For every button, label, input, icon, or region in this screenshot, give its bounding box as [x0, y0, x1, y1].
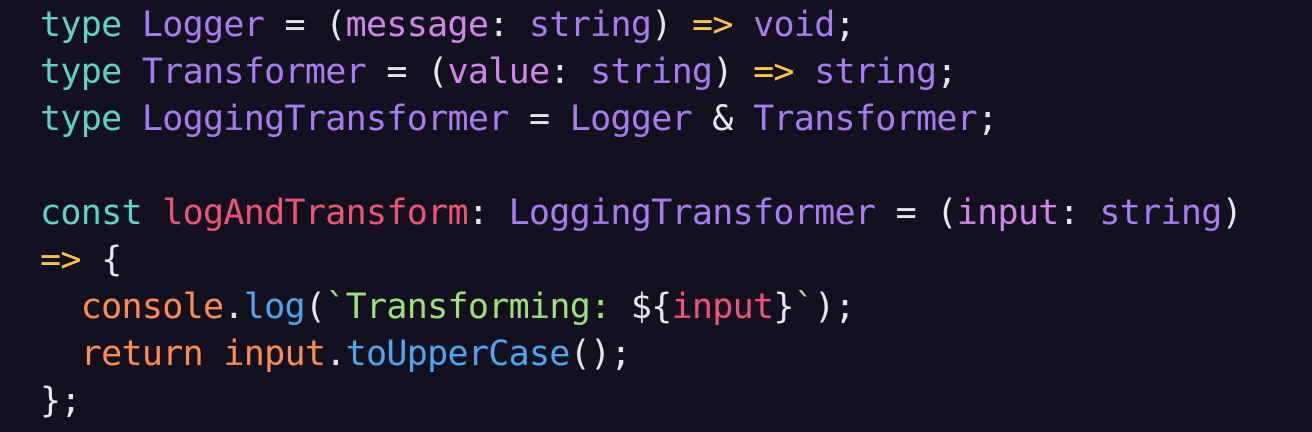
code-token-param: value	[447, 52, 550, 92]
code-editor[interactable]: type Logger = (message: string) => void;…	[0, 0, 1312, 432]
code-token-punctuation: = (	[875, 193, 958, 233]
code-token-param: message	[345, 5, 489, 45]
code-token-type: Logger	[141, 5, 265, 45]
code-token-keyword: type	[40, 99, 122, 139]
code-token-type: LoggingTransformer	[508, 193, 876, 233]
code-line: type Logger = (message: string) => void;	[40, 2, 1312, 49]
code-token-variable: input	[671, 287, 775, 327]
code-token-type: void	[753, 5, 835, 45]
code-token-type: string	[814, 52, 937, 92]
code-token-punctuation	[142, 193, 162, 233]
code-token-string: `	[793, 287, 815, 327]
code-token-type: string	[590, 52, 713, 92]
code-token-punctuation: ;	[834, 5, 856, 45]
code-token-punctuation	[40, 287, 81, 327]
code-token-keyword: type	[40, 52, 122, 92]
code-token-punctuation	[122, 52, 142, 92]
code-token-punctuation: &	[691, 99, 754, 139]
code-line: return input.toUpperCase();	[40, 331, 1312, 378]
code-token-punctuation	[203, 334, 223, 374]
code-token-param: input	[956, 193, 1060, 233]
code-line: console.log(`Transforming: ${input}`);	[40, 284, 1312, 331]
code-token-type: Logger	[569, 99, 693, 139]
code-token-keyword: type	[40, 5, 122, 45]
code-token-punctuation: :	[467, 193, 509, 233]
code-token-punctuation: :	[488, 5, 529, 45]
code-token-punctuation: :	[1058, 193, 1100, 233]
code-token-punctuation: )	[712, 52, 754, 92]
code-token-method: log	[243, 287, 306, 327]
code-token-arrow: =>	[753, 52, 794, 92]
code-token-arrow: =>	[40, 240, 81, 280]
code-token-punctuation: }	[773, 287, 794, 327]
code-line: type Transformer = (value: string) => st…	[40, 49, 1312, 96]
code-token-punctuation	[122, 99, 142, 139]
code-token-method: toUpperCase	[345, 334, 571, 374]
code-token-type: Transformer	[753, 99, 978, 139]
code-token-punctuation: = (	[365, 52, 448, 92]
code-token-punctuation: ${	[630, 287, 672, 327]
code-token-variable: logAndTransform	[162, 193, 468, 233]
code-token-punctuation	[733, 5, 753, 45]
code-line: };	[40, 378, 1312, 425]
code-line: => {	[40, 237, 1312, 284]
code-token-punctuation: :	[549, 52, 591, 92]
code-token-object: console	[80, 287, 224, 327]
code-token-type: string	[1099, 193, 1222, 233]
code-token-punctuation: = (	[264, 5, 346, 45]
code-token-punctuation: ();	[569, 334, 632, 374]
code-token-punctuation	[40, 334, 81, 374]
code-line: const logAndTransform: LoggingTransforme…	[40, 190, 1312, 237]
code-token-punctuation: (	[304, 287, 326, 327]
code-token-punctuation: =	[508, 99, 570, 139]
code-token-punctuation: )	[1221, 193, 1243, 233]
code-token-punctuation: )	[651, 5, 692, 45]
code-token-punctuation	[794, 52, 814, 92]
code-token-object: input	[223, 334, 326, 374]
code-token-punctuation: };	[40, 381, 81, 421]
code-token-punctuation: .	[223, 287, 244, 327]
code-token-arrow: =>	[691, 5, 733, 45]
code-token-punctuation: {	[80, 240, 122, 280]
code-token-punctuation: );	[814, 287, 855, 327]
code-token-punctuation: .	[325, 334, 346, 374]
code-token-punctuation: ;	[936, 52, 957, 92]
code-token-keyword: const	[40, 193, 143, 233]
code-token-type: Transformer	[141, 52, 367, 92]
code-line: type LoggingTransformer = Logger & Trans…	[40, 96, 1312, 143]
code-token-object: return	[80, 334, 204, 374]
code-token-punctuation	[122, 5, 142, 45]
code-token-punctuation: ;	[977, 99, 998, 139]
code-token-string: `Transforming:	[325, 287, 631, 327]
code-token-type: string	[528, 5, 652, 45]
code-token-type: LoggingTransformer	[141, 99, 509, 139]
